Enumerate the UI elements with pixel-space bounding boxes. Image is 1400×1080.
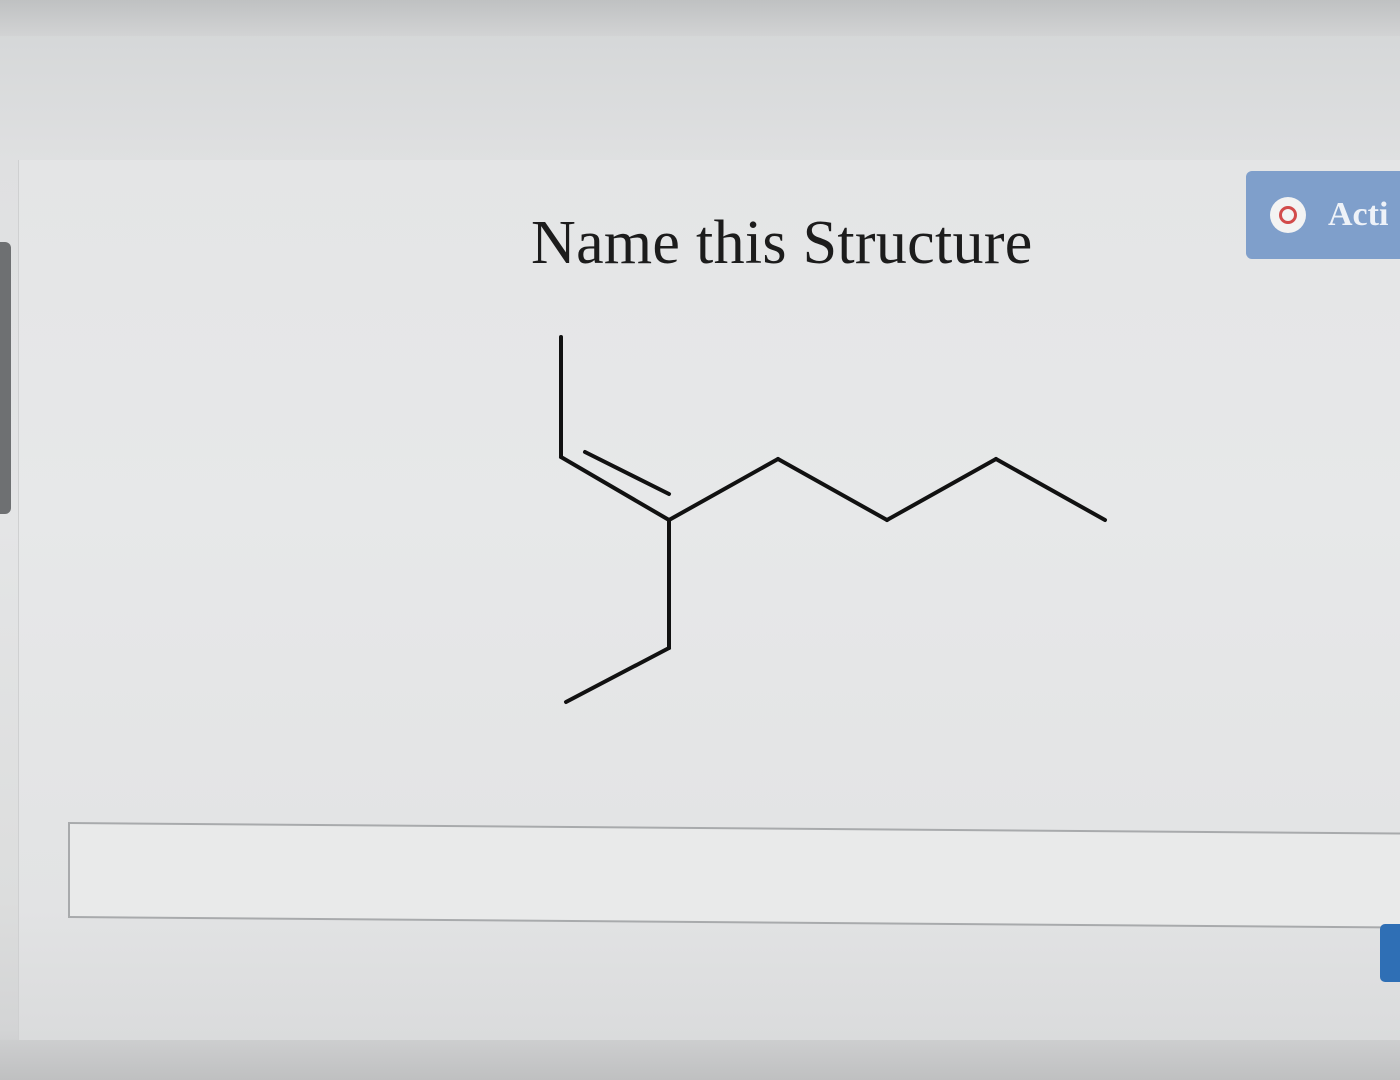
submit-button[interactable] bbox=[1380, 924, 1400, 982]
page-title: Name this Structure bbox=[531, 209, 1033, 277]
scrollbar-handle[interactable] bbox=[0, 242, 11, 514]
record-circle-icon bbox=[1270, 197, 1306, 233]
action-button[interactable]: Acti bbox=[1246, 171, 1400, 259]
browser-top-band bbox=[0, 0, 1400, 36]
action-button-label: Acti bbox=[1328, 196, 1389, 233]
screen-bottom-band bbox=[0, 1040, 1400, 1080]
answer-input[interactable] bbox=[68, 822, 1400, 929]
screen: Name this Structure Acti bbox=[0, 0, 1400, 1080]
